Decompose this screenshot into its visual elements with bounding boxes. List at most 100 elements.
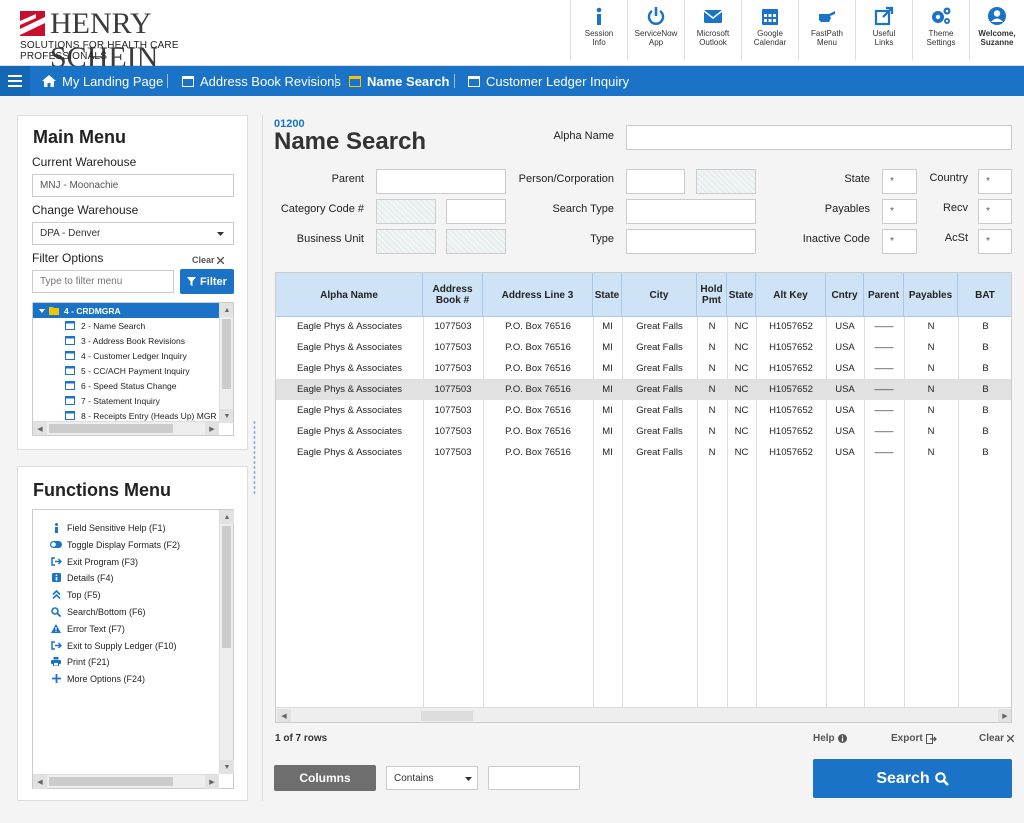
column-header[interactable]: Hold Pmt	[697, 273, 727, 317]
acst-input[interactable]: *	[978, 229, 1012, 254]
filter-menu-input[interactable]	[32, 270, 174, 293]
export-button[interactable]: Export	[891, 733, 937, 744]
tab-name-search[interactable]: Name Search	[349, 66, 449, 96]
tree-item-program[interactable]: 3 - Address Book Revisions	[65, 333, 185, 348]
clear-grid-button[interactable]: Clear	[979, 733, 1015, 744]
tab-address-book-revisions[interactable]: Address Book Revisions	[182, 66, 341, 96]
table-row[interactable]: Eagle Phys & Associates 1077503 P.O. Box 7…	[276, 358, 1011, 379]
google-calendar-button[interactable]: Google Calendar	[741, 0, 798, 60]
scroll-down-arrow[interactable]: ▼	[220, 760, 234, 774]
tree-item-program[interactable]: 2 - Name Search	[65, 318, 145, 333]
scroll-right-arrow[interactable]: ▶	[205, 775, 219, 789]
help-button[interactable]: Help	[813, 733, 847, 744]
table-cell: H1057652	[769, 363, 813, 374]
table-row[interactable]: Eagle Phys & Associates 1077503 P.O. Box 7…	[276, 316, 1011, 337]
search-type-input[interactable]	[626, 199, 756, 224]
function-exit-program[interactable]: Exit Program (F3)	[49, 554, 138, 569]
category-code-input[interactable]	[446, 199, 506, 224]
tab-customer-ledger-inquiry[interactable]: Customer Ledger Inquiry	[468, 66, 629, 96]
grid-horizontal-scrollbar[interactable]: ◀ ▶	[276, 707, 1011, 722]
scroll-up-arrow[interactable]: ▲	[220, 303, 233, 317]
function-top[interactable]: Top (F5)	[49, 587, 101, 602]
recv-input[interactable]: *	[978, 199, 1012, 224]
type-input[interactable]	[626, 229, 756, 254]
scroll-down-arrow[interactable]: ▼	[220, 409, 233, 423]
session-info-button[interactable]: Session Info	[570, 0, 627, 60]
search-button-label: Search	[876, 769, 930, 787]
table-row[interactable]: Eagle Phys & Associates 1077503 P.O. Box 7…	[276, 442, 1011, 463]
tree-item-program[interactable]: 6 - Speed Status Change	[65, 378, 176, 393]
fastpath-menu-button[interactable]: FastPath Menu	[798, 0, 855, 60]
function-print[interactable]: Print (F21)	[49, 654, 110, 669]
business-unit-label: Business Unit	[296, 233, 364, 245]
table-row[interactable]: Eagle Phys & Associates 1077503 P.O. Box 7…	[276, 400, 1011, 421]
function-search-bottom[interactable]: Search/Bottom (F6)	[49, 604, 146, 619]
column-header[interactable]: City	[622, 273, 697, 317]
column-header[interactable]: BAT	[958, 273, 1011, 317]
scroll-thumb[interactable]	[49, 777, 173, 786]
scroll-up-arrow[interactable]: ▲	[220, 510, 234, 524]
scroll-right-arrow[interactable]: ▶	[205, 422, 219, 435]
scroll-left-arrow[interactable]: ◀	[33, 775, 47, 789]
scroll-right-arrow[interactable]: ▶	[998, 709, 1011, 722]
filter-button[interactable]: Filter	[180, 269, 234, 294]
panel-resize-handle[interactable]	[253, 420, 256, 495]
scroll-thumb[interactable]	[49, 424, 173, 433]
table-cell: NC	[734, 405, 749, 416]
scroll-thumb[interactable]	[421, 711, 473, 721]
hamburger-menu-button[interactable]	[0, 66, 30, 96]
function-error-text[interactable]: Error Text (F7)	[49, 621, 125, 636]
column-header[interactable]: Parent	[864, 273, 904, 317]
column-header[interactable]: State	[593, 273, 622, 317]
alpha-name-input[interactable]	[626, 125, 1012, 150]
column-header[interactable]: Payables	[904, 273, 958, 317]
useful-links-button[interactable]: Useful Links	[855, 0, 912, 60]
function-details[interactable]: Details (F4)	[49, 570, 114, 585]
match-mode-select[interactable]: Contains	[386, 766, 478, 790]
microsoft-outlook-button[interactable]: Microsoft Outlook	[684, 0, 741, 60]
tree-vertical-scrollbar[interactable]: ▲ ▼	[219, 303, 233, 423]
table-row[interactable]: Eagle Phys & Associates 1077503 P.O. Box 7…	[276, 379, 1011, 400]
scroll-left-arrow[interactable]: ◀	[33, 422, 47, 435]
column-header[interactable]: Address Book #	[423, 273, 483, 317]
table-cell: MI	[602, 384, 613, 395]
column-header[interactable]: Address Line 3	[483, 273, 593, 317]
function-exit-supply-ledger[interactable]: Exit to Supply Ledger (F10)	[49, 638, 177, 653]
scroll-thumb[interactable]	[222, 319, 231, 389]
inactive-code-input[interactable]: *	[882, 229, 917, 254]
theme-settings-button[interactable]: Theme Settings	[912, 0, 969, 60]
change-warehouse-select[interactable]: DPA - Denver	[32, 222, 234, 245]
person-corporation-input[interactable]	[626, 169, 685, 194]
search-button[interactable]: Search	[813, 759, 1012, 798]
functions-horizontal-scrollbar[interactable]: ◀ ▶	[33, 774, 219, 789]
table-row[interactable]: Eagle Phys & Associates 1077503 P.O. Box 7…	[276, 421, 1011, 442]
quick-search-input[interactable]	[488, 766, 580, 790]
column-header[interactable]: Cntry	[826, 273, 864, 317]
table-cell: 1077503	[434, 405, 472, 416]
tree-horizontal-scrollbar[interactable]: ◀ ▶	[33, 421, 219, 435]
tree-item-program[interactable]: 5 - CC/ACH Payment Inquiry	[65, 363, 190, 378]
parent-input[interactable]	[376, 169, 506, 194]
function-more-options[interactable]: More Options (F24)	[49, 671, 145, 686]
functions-vertical-scrollbar[interactable]: ▲ ▼	[219, 510, 234, 774]
function-toggle-display[interactable]: Toggle Display Formats (F2)	[49, 537, 180, 552]
user-menu-button[interactable]: Welcome, Suzanne	[969, 0, 1024, 60]
tree-item-program[interactable]: 7 - Statement Inquiry	[65, 393, 160, 408]
country-input[interactable]: *	[978, 169, 1012, 194]
scroll-thumb[interactable]	[222, 526, 231, 648]
servicenow-app-button[interactable]: ServiceNow App	[627, 0, 684, 60]
tool-label: Welcome,	[978, 29, 1016, 38]
scroll-left-arrow[interactable]: ◀	[277, 709, 291, 722]
clear-filter-button[interactable]: Clear	[192, 255, 224, 265]
columns-button[interactable]: Columns	[274, 765, 376, 791]
column-header[interactable]: State	[727, 273, 756, 317]
state-input[interactable]: *	[882, 169, 917, 194]
tree-item-folder[interactable]: 4 - CRDMGRA	[33, 303, 219, 318]
tree-item-program[interactable]: 4 - Customer Ledger Inquiry	[65, 348, 187, 363]
payables-input[interactable]: *	[882, 199, 917, 224]
function-field-help[interactable]: Field Sensitive Help (F1)	[49, 520, 166, 535]
column-header[interactable]: Alpha Name	[276, 273, 423, 317]
column-header[interactable]: Alt Key	[756, 273, 826, 317]
table-row[interactable]: Eagle Phys & Associates 1077503 P.O. Box 7…	[276, 337, 1011, 358]
tab-my-landing-page[interactable]: My Landing Page	[42, 66, 163, 96]
